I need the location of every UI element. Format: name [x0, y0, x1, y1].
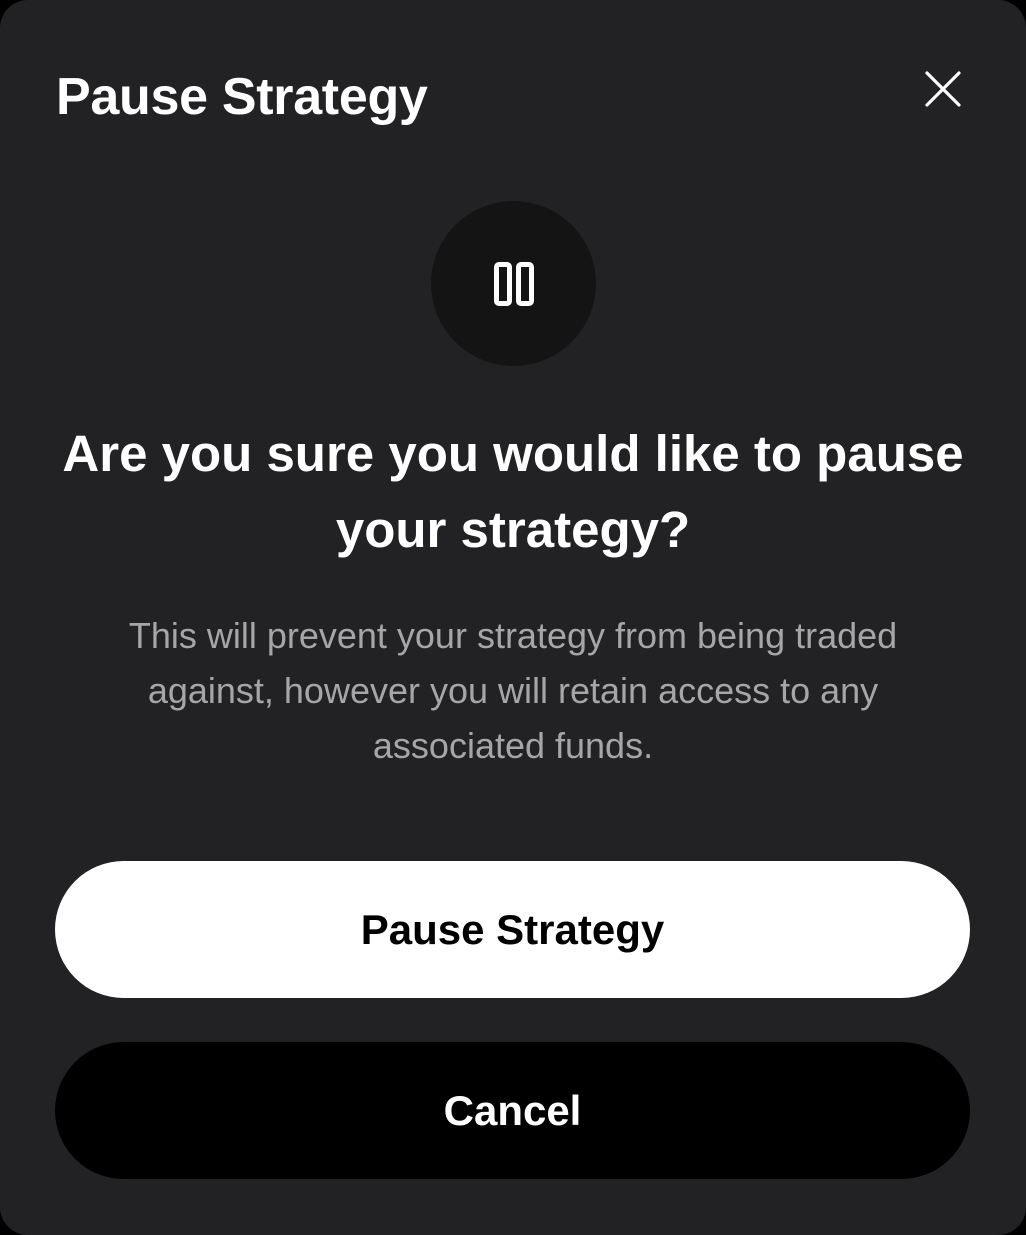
pause-strategy-dialog: Pause Strategy Are you sure you would li… — [0, 0, 1026, 1235]
pause-icon-circle — [431, 201, 596, 366]
cancel-button[interactable]: Cancel — [55, 1042, 970, 1179]
dialog-title: Pause Strategy — [56, 68, 428, 126]
close-button[interactable] — [916, 62, 970, 116]
close-icon — [925, 71, 961, 107]
pause-icon — [493, 261, 534, 306]
confirmation-description: This will prevent your strategy from bei… — [128, 615, 898, 766]
confirmation-headline: Are you sure you would like to pause you… — [62, 425, 964, 558]
pause-strategy-button[interactable]: Pause Strategy — [55, 861, 970, 998]
